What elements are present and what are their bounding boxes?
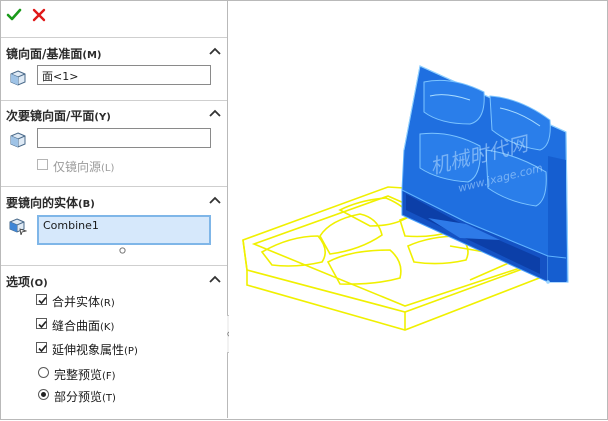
checkbox-label: 延伸视象属性(P) xyxy=(52,343,138,357)
checkbox-box[interactable] xyxy=(36,342,47,353)
section-header-bodies[interactable]: 要镜向的实体(B) xyxy=(6,192,221,210)
close-icon[interactable] xyxy=(30,6,48,24)
graphics-viewport[interactable]: 机械时代网 www.jxage.com xyxy=(229,1,606,418)
chevron-up-icon[interactable] xyxy=(209,274,221,284)
chevron-up-icon[interactable] xyxy=(209,108,221,118)
checkbox-label: 合并实体(R) xyxy=(52,295,115,309)
section-title: 要镜向的实体(B) xyxy=(6,196,95,210)
property-manager-panel: 镜向面/基准面(M) 面<1> 次要镜向面/平面(Y) 仅镜向源(L) 要镜向的… xyxy=(1,1,228,418)
separator xyxy=(1,265,227,266)
checkbox-box[interactable] xyxy=(36,318,47,329)
separator xyxy=(1,37,227,38)
checkbox-box[interactable] xyxy=(37,159,48,170)
section-title: 镜向面/基准面(M) xyxy=(6,47,102,61)
face-cube-icon xyxy=(10,132,26,148)
chevron-up-icon[interactable] xyxy=(209,46,221,56)
checkbox-label: 仅镜向源(L) xyxy=(53,160,115,174)
radio-label: 部分预览(T) xyxy=(54,390,116,404)
section-header-secondary-mirror[interactable]: 次要镜向面/平面(Y) xyxy=(6,105,221,123)
solid-body-icon xyxy=(9,218,27,235)
face-cube-icon xyxy=(10,70,26,86)
radio-label: 完整预览(F) xyxy=(54,368,116,382)
bodies-to-mirror-list[interactable]: Combine1 xyxy=(37,215,211,245)
separator xyxy=(1,186,227,187)
radio-button[interactable] xyxy=(38,389,49,400)
section-title: 选项(O) xyxy=(6,275,48,289)
resize-handle-icon[interactable] xyxy=(119,247,126,254)
section-header-options[interactable]: 选项(O) xyxy=(6,271,221,289)
panel-toolbar xyxy=(1,1,227,31)
section-title: 次要镜向面/平面(Y) xyxy=(6,109,111,123)
separator xyxy=(1,100,227,101)
chevron-up-icon[interactable] xyxy=(209,195,221,205)
checkmark-icon[interactable] xyxy=(5,6,23,24)
checkbox-label: 缝合曲面(K) xyxy=(52,319,115,333)
model-view[interactable]: 机械时代网 www.jxage.com xyxy=(229,1,606,418)
checkbox-box[interactable] xyxy=(36,294,47,305)
mirror-face-input[interactable]: 面<1> xyxy=(37,65,211,85)
section-header-mirror-face[interactable]: 镜向面/基准面(M) xyxy=(6,43,221,61)
secondary-mirror-input[interactable] xyxy=(37,128,211,148)
radio-button[interactable] xyxy=(38,367,49,378)
